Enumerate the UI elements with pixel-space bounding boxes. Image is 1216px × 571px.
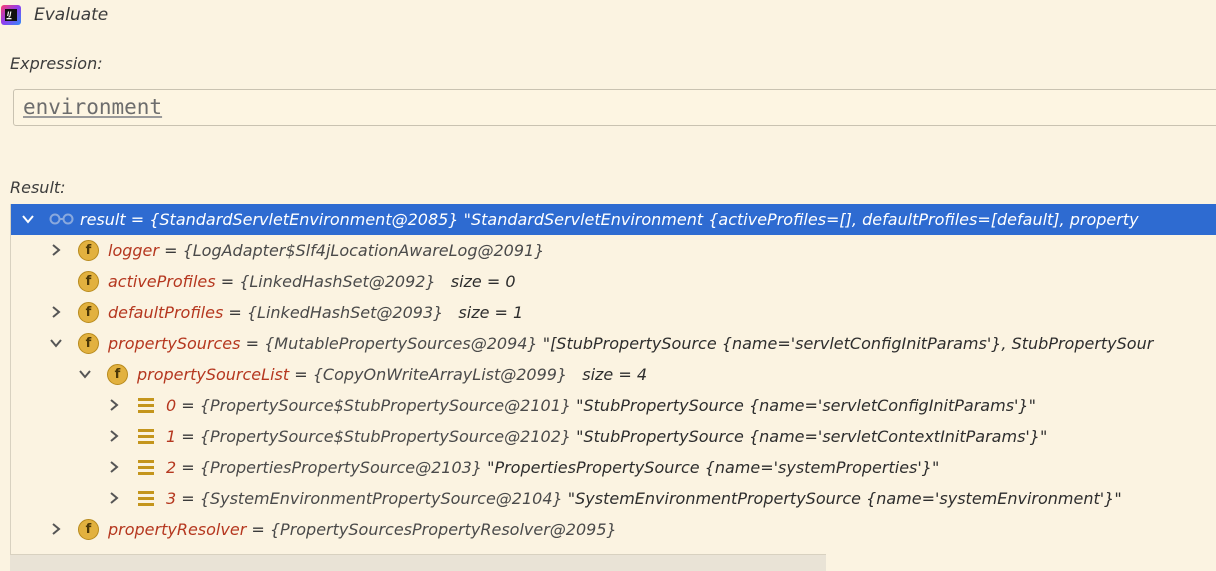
var-value: "StubPropertySource {name='servletConfig… [576, 396, 1036, 415]
expression-value[interactable]: environment [23, 95, 162, 119]
title-bar: IJ Evaluate [0, 0, 1216, 30]
chevron-down-icon[interactable] [78, 367, 92, 381]
var-type: {CopyOnWriteArrayList@2099} [312, 365, 568, 384]
tree-row-propertySourceList[interactable]: f propertySourceList = {CopyOnWriteArray… [11, 359, 1216, 390]
chevron-right-icon[interactable] [107, 398, 121, 412]
field-icon: f [78, 519, 99, 540]
var-type: {LogAdapter$Slf4jLocationAwareLog@2091} [182, 241, 545, 260]
var-type: {LinkedHashSet@2093} [246, 303, 444, 322]
field-icon: f [107, 364, 128, 385]
chevron-down-icon[interactable] [21, 212, 35, 226]
array-element-icon [138, 460, 154, 475]
var-value: "PropertiesPropertySource {name='systemP… [487, 458, 940, 477]
var-type: {LinkedHashSet@2092} [239, 272, 436, 291]
var-value: "[StubPropertySource {name='servletConfi… [542, 334, 1154, 353]
var-name: propertyResolver [108, 520, 247, 539]
tree-row-result[interactable]: result = {StandardServletEnvironment@208… [11, 204, 1216, 235]
var-type: {PropertySourcesPropertyResolver@2095} [269, 520, 617, 539]
window-title: Evaluate [34, 5, 109, 25]
watch-glasses-icon [49, 213, 74, 225]
chevron-right-icon[interactable] [49, 522, 63, 536]
intellij-app-icon: IJ [1, 5, 21, 25]
chevron-right-icon[interactable] [107, 429, 121, 443]
var-type: {PropertySource$StubPropertySource@2101} [199, 396, 572, 415]
result-tree[interactable]: result = {StandardServletEnvironment@208… [10, 204, 1216, 570]
var-type: {PropertySource$StubPropertySource@2102} [199, 427, 572, 446]
tree-row-defaultProfiles[interactable]: f defaultProfiles = {LinkedHashSet@2093}… [11, 297, 1216, 328]
tree-row-propertySources[interactable]: f propertySources = {MutablePropertySour… [11, 328, 1216, 359]
array-element-icon [138, 491, 154, 506]
result-label: Result: [10, 178, 66, 197]
tree-row-propertyResolver[interactable]: f propertyResolver = {PropertySourcesPro… [11, 514, 1216, 545]
chevron-right-icon[interactable] [49, 305, 63, 319]
field-icon: f [78, 240, 99, 261]
var-name: result [80, 210, 126, 229]
tree-row-activeProfiles[interactable]: f activeProfiles = {LinkedHashSet@2092} … [11, 266, 1216, 297]
var-name: 2 [166, 458, 177, 477]
var-type: {StandardServletEnvironment@2085} [149, 210, 459, 229]
var-value: "StubPropertySource {name='servletContex… [576, 427, 1048, 446]
var-name: propertySourceList [137, 365, 290, 384]
var-type: {PropertiesPropertySource@2103} [199, 458, 482, 477]
horizontal-scrollbar[interactable] [10, 554, 826, 571]
var-name: activeProfiles [108, 272, 216, 291]
tree-row-item-3[interactable]: 3 = {SystemEnvironmentPropertySource@210… [11, 483, 1216, 514]
var-name: 1 [166, 427, 177, 446]
var-type: {MutablePropertySources@2094} [264, 334, 538, 353]
expression-input[interactable]: environment [13, 89, 1216, 126]
chevron-right-icon[interactable] [49, 243, 63, 257]
var-name: propertySources [108, 334, 241, 353]
field-icon: f [78, 333, 99, 354]
var-type: {SystemEnvironmentPropertySource@2104} [199, 489, 563, 508]
expression-label: Expression: [10, 54, 103, 73]
var-value: "StandardServletEnvironment {activeProfi… [463, 210, 1139, 229]
var-name: 0 [166, 396, 177, 415]
tree-row-item-1[interactable]: 1 = {PropertySource$StubPropertySource@2… [11, 421, 1216, 452]
field-icon: f [78, 271, 99, 292]
var-size: size = 4 [582, 365, 648, 384]
svg-text:IJ: IJ [7, 11, 12, 18]
array-element-icon [138, 398, 154, 413]
chevron-right-icon[interactable] [107, 460, 121, 474]
var-name: 3 [166, 489, 177, 508]
var-size: size = 0 [450, 272, 516, 291]
var-value: "SystemEnvironmentPropertySource {name='… [567, 489, 1122, 508]
field-icon: f [78, 302, 99, 323]
var-name: defaultProfiles [108, 303, 224, 322]
var-size: size = 1 [458, 303, 524, 322]
chevron-down-icon[interactable] [49, 336, 63, 350]
var-name: logger [108, 241, 159, 260]
tree-row-logger[interactable]: f logger = {LogAdapter$Slf4jLocationAwar… [11, 235, 1216, 266]
chevron-right-icon[interactable] [107, 491, 121, 505]
array-element-icon [138, 429, 154, 444]
tree-row-item-0[interactable]: 0 = {PropertySource$StubPropertySource@2… [11, 390, 1216, 421]
tree-row-item-2[interactable]: 2 = {PropertiesPropertySource@2103} "Pro… [11, 452, 1216, 483]
